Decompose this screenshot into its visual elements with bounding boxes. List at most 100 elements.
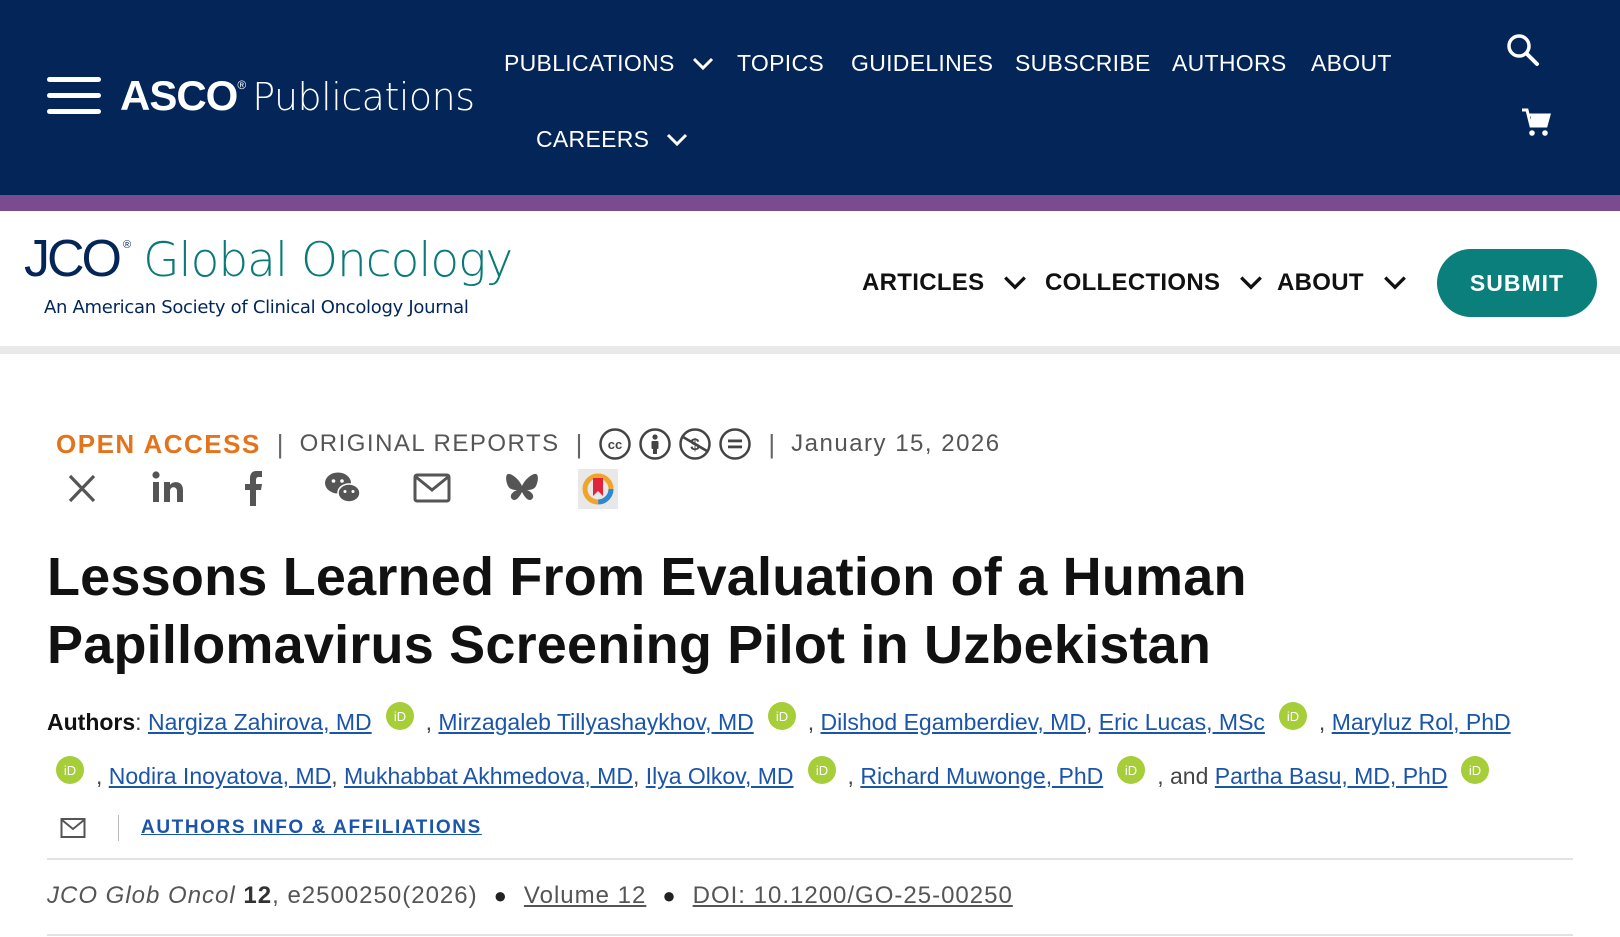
- search-icon[interactable]: [1506, 33, 1540, 67]
- nav-guidelines-label: GUIDELINES: [851, 50, 994, 76]
- authors-colon: :: [135, 708, 148, 735]
- divider: [47, 858, 1573, 860]
- author-link[interactable]: Mirzagaleb Tillyashaykhov, MD: [438, 709, 753, 736]
- nav-about[interactable]: ABOUT: [1311, 50, 1392, 77]
- svg-text:iD: iD: [64, 763, 76, 778]
- orcid-icon[interactable]: iD: [767, 702, 796, 730]
- email-icon[interactable]: [412, 468, 452, 508]
- nav-topics-label: TOPICS: [737, 50, 825, 76]
- author-link[interactable]: Nodira Inoyatova, MD: [109, 763, 331, 790]
- svg-text:iD: iD: [776, 709, 788, 724]
- nav-authors-label: AUTHORS: [1172, 50, 1287, 76]
- svg-text:iD: iD: [1469, 763, 1481, 778]
- asco-logo-text: ASCO: [120, 72, 238, 119]
- nd-icon: [719, 428, 752, 460]
- nav-careers[interactable]: CAREERS: [536, 126, 689, 153]
- orcid-icon[interactable]: iD: [1461, 756, 1490, 784]
- journal-header: JCO ® Global Oncology An American Society …: [0, 211, 1620, 354]
- asco-logo-publications: Publications: [252, 75, 475, 119]
- orcid-icon[interactable]: iD: [1278, 702, 1307, 730]
- author-separator: ,: [96, 762, 109, 789]
- volume-link[interactable]: Volume 12: [524, 882, 646, 910]
- author-separator: ,: [847, 762, 861, 789]
- bullet-separator: ●: [662, 883, 677, 908]
- author-separator: ,: [331, 762, 344, 789]
- open-access-badge: OPEN ACCESS: [56, 428, 261, 459]
- accent-strip: [0, 195, 1620, 211]
- author-link[interactable]: Nargiza Zahirova, MD: [148, 709, 372, 736]
- nav-topics[interactable]: TOPICS: [737, 50, 824, 77]
- email-icon[interactable]: [60, 817, 86, 839]
- chevron-down-icon: [667, 133, 688, 146]
- meta-separator: |: [768, 428, 776, 459]
- nav-authors[interactable]: AUTHORS: [1172, 50, 1287, 77]
- author-separator: ,: [632, 762, 646, 789]
- nav-publications-label: PUBLICATIONS: [504, 50, 675, 76]
- license-icons[interactable]: cc $: [598, 427, 752, 461]
- citation-space: [236, 882, 244, 910]
- authors-and: and: [1170, 762, 1209, 789]
- orcid-icon[interactable]: iD: [807, 756, 836, 784]
- linkedin-icon[interactable]: [149, 468, 189, 508]
- citation-article-id: , e2500250(2026): [272, 882, 478, 909]
- authors-info-affiliations-link[interactable]: AUTHORS INFO & AFFILIATIONS: [141, 817, 482, 839]
- jnav-about[interactable]: ABOUT: [1277, 269, 1408, 297]
- by-icon: [639, 428, 672, 460]
- jnav-articles[interactable]: ARTICLES: [862, 269, 1028, 297]
- nav-guidelines[interactable]: GUIDELINES: [851, 50, 993, 77]
- author-link[interactable]: Dilshod Egamberdiev, MD: [821, 709, 1086, 736]
- svg-text:iD: iD: [815, 763, 827, 778]
- chevron-down-icon: [1383, 276, 1406, 290]
- facebook-icon[interactable]: [234, 468, 274, 508]
- authors-label: Authors: [47, 708, 136, 735]
- menu-icon[interactable]: [47, 77, 101, 114]
- jco-global-oncology-logo[interactable]: JCO ® Global Oncology: [24, 229, 513, 289]
- publication-date: January 15, 2026: [791, 430, 1001, 457]
- author-link[interactable]: Eric Lucas, MSc: [1099, 709, 1265, 736]
- svg-text:iD: iD: [1287, 709, 1299, 724]
- author-separator: ,: [1318, 708, 1332, 735]
- wechat-icon[interactable]: [323, 468, 363, 508]
- orcid-icon[interactable]: iD: [1117, 756, 1146, 784]
- chevron-down-icon: [1004, 276, 1027, 290]
- cart-icon[interactable]: [1520, 106, 1552, 138]
- jnav-articles-label: ARTICLES: [862, 269, 985, 296]
- svg-text:iD: iD: [1125, 763, 1137, 778]
- meta-separator: |: [276, 428, 284, 459]
- nav-publications[interactable]: PUBLICATIONS: [504, 50, 715, 77]
- author-link[interactable]: Mukhabbat Akhmedova, MD: [344, 763, 633, 790]
- journal-name: Global Oncology: [143, 233, 513, 288]
- asco-logo-reg: ®: [237, 78, 247, 92]
- chevron-down-icon: [692, 57, 713, 70]
- author-separator: ,: [425, 708, 439, 735]
- jco-logo-reg: ®: [123, 239, 132, 251]
- nav-subscribe[interactable]: SUBSCRIBE: [1015, 50, 1151, 77]
- mendeley-icon[interactable]: [577, 468, 619, 510]
- nav-about-label: ABOUT: [1311, 50, 1392, 76]
- doi-link[interactable]: DOI: 10.1200/GO-25-00250: [693, 882, 1013, 910]
- authors-line-1: Authors: Nargiza Zahirova, MD iD , Mirza…: [47, 702, 1511, 736]
- nav-subscribe-label: SUBSCRIBE: [1015, 50, 1151, 76]
- author-link[interactable]: Richard Muwonge, PhD: [860, 763, 1103, 790]
- orcid-icon[interactable]: iD: [385, 702, 414, 730]
- article-title: Lessons Learned From Evaluation of a Hum…: [47, 547, 1247, 675]
- citation-journal: JCO Glob Oncol: [47, 882, 236, 909]
- asco-publications-logo[interactable]: ASCO® Publications: [120, 72, 475, 120]
- cc-icon: cc: [599, 428, 632, 460]
- author-link[interactable]: Maryluz Rol, PhD: [1332, 709, 1511, 736]
- bluesky-icon[interactable]: [502, 468, 542, 508]
- orcid-icon[interactable]: iD: [56, 756, 84, 784]
- author-link[interactable]: Partha Basu, MD, PhD: [1215, 763, 1448, 790]
- authors-line-2: iD , Nodira Inoyatova, MD , Mukhabbat Ak…: [56, 756, 1501, 790]
- chevron-down-icon: [1240, 276, 1263, 290]
- article-section[interactable]: ORIGINAL REPORTS: [300, 430, 560, 458]
- asco-top-bar: ASCO® Publications PUBLICATIONS TOPICS GU…: [0, 0, 1620, 195]
- jnav-collections[interactable]: COLLECTIONS: [1045, 269, 1264, 297]
- author-separator: ,: [1157, 762, 1171, 789]
- jco-logo-text: JCO: [24, 230, 122, 288]
- affiliations-row: AUTHORS INFO & AFFILIATIONS: [60, 815, 482, 841]
- author-link[interactable]: Ilya Olkov, MD: [646, 763, 794, 790]
- x-icon[interactable]: [62, 468, 102, 508]
- citation-volume-number: 12: [243, 882, 273, 909]
- submit-button[interactable]: SUBMIT: [1437, 249, 1597, 317]
